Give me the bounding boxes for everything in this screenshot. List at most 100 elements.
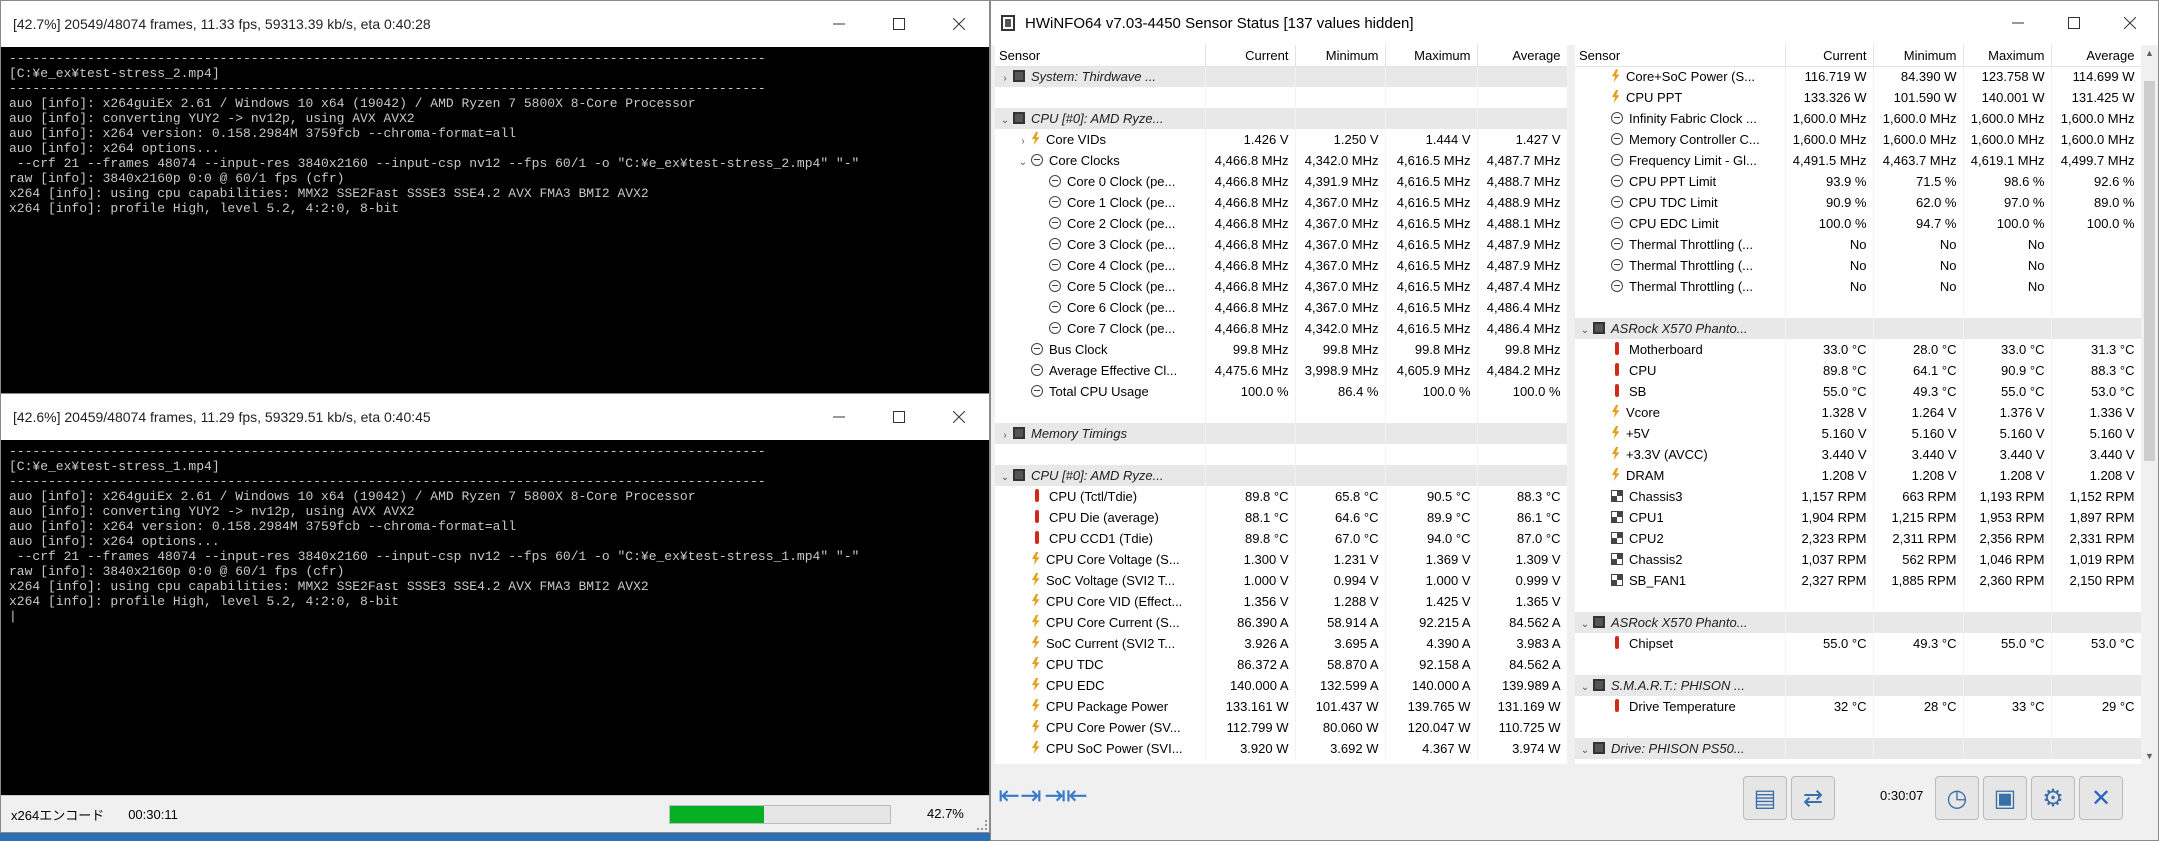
sensor-name-cell[interactable]: Memory Controller C...	[1575, 129, 1786, 150]
sensor-group-row[interactable]: ⌄ CPU [#0]: AMD Ryze...	[995, 108, 1567, 129]
sensor-name-cell[interactable]: Thermal Throttling (...	[1575, 234, 1786, 255]
sensor-name-cell[interactable]: ⌄ Drive: PHISON PS50...	[1575, 738, 1786, 759]
clock-icon[interactable]: ◷	[1935, 776, 1979, 820]
minimize-button[interactable]	[809, 1, 869, 47]
sensor-name-cell[interactable]: CPU Package Power	[995, 696, 1206, 717]
expand-chevron-icon[interactable]: ›	[1015, 136, 1031, 147]
sensor-row[interactable]: CPU TDC 86.372 A 58.870 A 92.158 A 84.562 A	[995, 654, 1567, 675]
resize-grip-icon[interactable]	[977, 820, 987, 830]
sensor-row[interactable]: Chipset 55.0 °C 49.3 °C 55.0 °C 53.0 °C	[1575, 633, 2141, 654]
sensor-row[interactable]: CPU2 2,323 RPM 2,311 RPM 2,356 RPM 2,331 RPM	[1575, 528, 2141, 549]
sensor-name-cell[interactable]: › Memory Timings	[995, 423, 1206, 444]
sensor-row[interactable]: +5V 5.160 V 5.160 V 5.160 V 5.160 V	[1575, 423, 2141, 444]
sensor-name-cell[interactable]: CPU2	[1575, 528, 1786, 549]
column-header-maximum[interactable]: Maximum	[1385, 45, 1478, 67]
sensor-group-row[interactable]: ⌄ ASRock X570 Phanto...	[1575, 318, 2141, 339]
sensor-name-cell[interactable]: Core 5 Clock (pe...	[995, 276, 1206, 297]
sensor-row[interactable]: DRAM 1.208 V 1.208 V 1.208 V 1.208 V	[1575, 465, 2141, 486]
close-button[interactable]	[929, 394, 989, 440]
sensor-row[interactable]: SB_FAN1 2,327 RPM 1,885 RPM 2,360 RPM 2,150 …	[1575, 570, 2141, 591]
sensor-name-cell[interactable]: Core 4 Clock (pe...	[995, 255, 1206, 276]
sensor-name-cell[interactable]: ⌄ Core Clocks	[995, 150, 1206, 171]
sensor-row[interactable]: Infinity Fabric Clock ... 1,600.0 MHz 1,60…	[1575, 108, 2141, 129]
close-button[interactable]	[2102, 1, 2158, 45]
sensor-row[interactable]: CPU CCD1 (Tdie) 89.8 °C 67.0 °C 94.0 °C 87.0…	[995, 528, 1567, 549]
column-header-minimum[interactable]: Minimum	[1295, 45, 1386, 67]
column-header-sensor[interactable]: Sensor	[1575, 45, 1786, 67]
sensor-name-cell[interactable]: Core 0 Clock (pe...	[995, 171, 1206, 192]
sensor-group-row[interactable]: ⌄ ASRock X570 Phanto...	[1575, 612, 2141, 633]
collapse-arrows-icon[interactable]: ⇤⇥	[998, 778, 1042, 812]
sensor-row[interactable]: Chassis2 1,037 RPM 562 RPM 1,046 RPM 1,019 R…	[1575, 549, 2141, 570]
sensor-group-row[interactable]: ⌄ CPU [#0]: AMD Ryze...	[995, 465, 1567, 486]
sensor-name-cell[interactable]: SoC Current (SVI2 T...	[995, 633, 1206, 654]
sensor-name-cell[interactable]: CPU Core Current (S...	[995, 612, 1206, 633]
scroll-thumb[interactable]	[2144, 81, 2155, 461]
sensor-row[interactable]: Vcore 1.328 V 1.264 V 1.376 V 1.336 V	[1575, 402, 2141, 423]
column-header-average[interactable]: Average	[1477, 45, 1567, 67]
sensor-name-cell[interactable]: Drive Temperature	[1575, 696, 1786, 717]
sensor-row[interactable]: Drive Temperature 32 °C 28 °C 33 °C 29 °C	[1575, 696, 2141, 717]
sensor-group-row[interactable]: › System: Thirdwave ...	[995, 66, 1567, 87]
sensor-name-cell[interactable]: CPU Core Power (SV...	[995, 717, 1206, 738]
sensor-row[interactable]: Core+SoC Power (S... 116.719 W 84.390 W 123…	[1575, 66, 2141, 87]
close-button[interactable]	[929, 1, 989, 47]
sensor-name-cell[interactable]: Core+SoC Power (S...	[1575, 66, 1786, 87]
sensor-row[interactable]: Core 3 Clock (pe... 4,466.8 MHz 4,367.0 MH…	[995, 234, 1567, 255]
sensor-name-cell[interactable]: CPU TDC	[995, 654, 1206, 675]
sensor-name-cell[interactable]: +3.3V (AVCC)	[1575, 444, 1786, 465]
sensor-name-cell[interactable]: DRAM	[1575, 465, 1786, 486]
expand-chevron-icon[interactable]: ›	[997, 430, 1013, 441]
column-header-current[interactable]: Current	[1205, 45, 1296, 67]
sensor-row[interactable]: CPU TDC Limit 90.9 % 62.0 % 97.0 % 89.0 %	[1575, 192, 2141, 213]
sensor-row[interactable]: CPU (Tctl/Tdie) 89.8 °C 65.8 °C 90.5 °C 88.3…	[995, 486, 1567, 507]
maximize-button[interactable]	[2046, 1, 2102, 45]
sensor-row[interactable]: Thermal Throttling (... No No No	[1575, 234, 2141, 255]
scroll-up-icon[interactable]: ▲	[2145, 48, 2154, 58]
column-header-sensor[interactable]: Sensor	[995, 45, 1206, 67]
sensor-row[interactable]: Core 1 Clock (pe... 4,466.8 MHz 4,367.0 MH…	[995, 192, 1567, 213]
sensor-name-cell[interactable]: CPU Core VID (Effect...	[995, 591, 1206, 612]
sensor-row[interactable]: CPU Package Power 133.161 W 101.437 W 139.7…	[995, 696, 1567, 717]
sensor-name-cell[interactable]: Bus Clock	[995, 339, 1206, 360]
hwinfo-window[interactable]: HWiNFO64 v7.03-4450 Sensor Status [137 v…	[990, 0, 2159, 841]
column-header-maximum[interactable]: Maximum	[1963, 45, 2052, 67]
minimize-button[interactable]	[1990, 1, 2046, 45]
sensor-name-cell[interactable]: CPU CCD1 (Tdie)	[995, 528, 1206, 549]
sensor-name-cell[interactable]: Vcore	[1575, 402, 1786, 423]
vertical-scrollbar[interactable]: ▲ ▼	[2141, 45, 2158, 764]
sensor-name-cell[interactable]: Motherboard	[1575, 339, 1786, 360]
sensor-row[interactable]: CPU EDC 140.000 A 132.599 A 140.000 A 139.98…	[995, 675, 1567, 696]
collapse-chevron-icon[interactable]: ⌄	[1577, 325, 1593, 336]
collapse-chevron-icon[interactable]: ⌄	[1577, 745, 1593, 756]
reset-icon[interactable]: ▣	[1983, 776, 2027, 820]
column-header-average[interactable]: Average	[2051, 45, 2141, 67]
sensor-row[interactable]: CPU Core Voltage (S... 1.300 V 1.231 V 1.36…	[995, 549, 1567, 570]
sensor-name-cell[interactable]: CPU PPT Limit	[1575, 171, 1786, 192]
sensor-row[interactable]: Core 0 Clock (pe... 4,466.8 MHz 4,391.9 MH…	[995, 171, 1567, 192]
sensor-row[interactable]: › Core VIDs 1.426 V 1.250 V 1.444 V 1.427 V	[995, 129, 1567, 150]
sensor-panel-right[interactable]: Sensor Current Minimum Maximum Average C…	[1575, 45, 2141, 764]
minimize-button[interactable]	[809, 394, 869, 440]
sensor-name-cell[interactable]: ⌄ ASRock X570 Phanto...	[1575, 612, 1786, 633]
console-window-2[interactable]: [42.6%] 20459/48074 frames, 11.29 fps, 5…	[0, 393, 990, 833]
sensor-row[interactable]: Core 4 Clock (pe... 4,466.8 MHz 4,367.0 MH…	[995, 255, 1567, 276]
sensor-name-cell[interactable]: Thermal Throttling (...	[1575, 255, 1786, 276]
sensor-name-cell[interactable]: Frequency Limit - Gl...	[1575, 150, 1786, 171]
maximize-button[interactable]	[869, 1, 929, 47]
sensor-name-cell[interactable]: CPU EDC Limit	[1575, 213, 1786, 234]
collapse-chevron-icon[interactable]: ⌄	[1015, 157, 1031, 168]
sensor-row[interactable]: Motherboard 33.0 °C 28.0 °C 33.0 °C 31.3 °C	[1575, 339, 2141, 360]
sensor-row[interactable]: SB 55.0 °C 49.3 °C 55.0 °C 53.0 °C	[1575, 381, 2141, 402]
sensor-row[interactable]: CPU Core VID (Effect... 1.356 V 1.288 V 1.4…	[995, 591, 1567, 612]
sensor-row[interactable]: CPU1 1,904 RPM 1,215 RPM 1,953 RPM 1,897 RPM	[1575, 507, 2141, 528]
console-window-1[interactable]: [42.7%] 20549/48074 frames, 11.33 fps, 5…	[0, 0, 990, 395]
sensor-name-cell[interactable]: SB	[1575, 381, 1786, 402]
network-icon[interactable]: ⇄	[1791, 776, 1835, 820]
sensor-row[interactable]: SoC Current (SVI2 T... 3.926 A 3.695 A 4.39…	[995, 633, 1567, 654]
sensor-name-cell[interactable]: Core 1 Clock (pe...	[995, 192, 1206, 213]
console-1-output[interactable]: ----------------------------------------…	[1, 47, 989, 394]
sensor-row[interactable]: Total CPU Usage 100.0 % 86.4 % 100.0 % 100.0…	[995, 381, 1567, 402]
sensor-row[interactable]: CPU PPT 133.326 W 101.590 W 140.001 W 131.42…	[1575, 87, 2141, 108]
sensor-row[interactable]: Memory Controller C... 1,600.0 MHz 1,600.0…	[1575, 129, 2141, 150]
